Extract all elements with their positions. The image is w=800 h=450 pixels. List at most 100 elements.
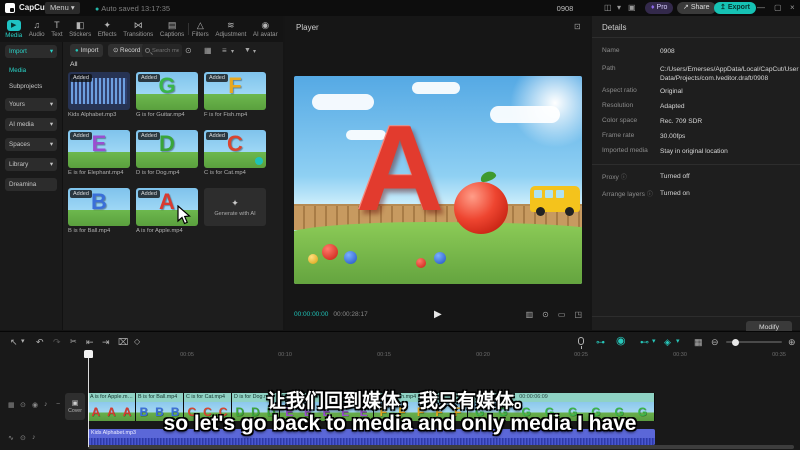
sidebar-item-ai-media[interactable]: AI media ▾ [5, 118, 57, 131]
layout-caret-icon[interactable]: ▾ [617, 3, 621, 12]
snap-toggle-icon[interactable]: ◈ [664, 337, 671, 347]
layout-right-icon[interactable]: ▣ [628, 3, 636, 12]
sidebar-item-subprojects[interactable]: Subprojects [5, 80, 57, 93]
auto-link-caret-icon[interactable]: ▾ [652, 337, 656, 347]
ratio-icon[interactable]: ▭ [558, 310, 566, 319]
timeline-zoom-slider[interactable] [726, 338, 782, 346]
maximize-button[interactable]: ▢ [774, 3, 782, 12]
added-badge: Added [70, 190, 92, 198]
media-item-b-ball[interactable]: B Added B is for Ball.mp4 [68, 188, 130, 234]
media-item-name: B is for Ball.mp4 [68, 228, 111, 234]
tab-audio[interactable]: ♫ Audio [25, 16, 47, 42]
trim-right-icon[interactable]: ⇥ [102, 337, 110, 347]
titlebar: CapCut Menu ▾ ● Auto saved 13:17:35 0908 … [0, 0, 800, 16]
sidebar-item-library[interactable]: Library ▾ [5, 158, 57, 171]
record-button[interactable]: ⊙ Record [108, 44, 146, 57]
share-button[interactable]: ↗ Share [677, 2, 716, 14]
view-grid-icon[interactable]: ▦ [204, 46, 212, 55]
media-item-g-guitar[interactable]: G Added G is for Guitar.mp4 [136, 72, 198, 118]
quality-icon[interactable]: ▥ [526, 310, 534, 319]
search-options-icon[interactable]: ⊙ [185, 46, 192, 55]
select-tool-caret-icon[interactable]: ▾ [21, 337, 25, 347]
tab-transitions[interactable]: ⋈ Transitions [120, 16, 157, 42]
audio-icon: ♫ [33, 20, 41, 30]
chevron-down-icon: ▾ [49, 48, 53, 55]
search-icon [145, 48, 150, 53]
sidebar-item-spaces[interactable]: Spaces ▾ [5, 138, 57, 151]
link-toggle-icon[interactable]: ⊶ [596, 337, 605, 347]
menu-button[interactable]: Menu ▾ [45, 2, 80, 14]
split-icon[interactable]: ✂ [70, 337, 77, 347]
media-item-name: A is for Apple.mp4 [136, 228, 183, 234]
layout-left-icon[interactable]: ◫ [604, 3, 612, 12]
tab-text[interactable]: T Text [48, 16, 66, 42]
bus-window [534, 190, 542, 198]
media-icon: ▶ [6, 19, 21, 31]
media-item-d-dog[interactable]: D Added D is for Dog.mp4 [136, 130, 198, 176]
media-search[interactable] [142, 44, 182, 57]
tab-filters[interactable]: △ Filters [189, 16, 212, 42]
zoom-out-icon[interactable]: ⊖ [711, 337, 719, 347]
redo-icon[interactable]: ↷ [53, 337, 61, 347]
timeline-ruler[interactable]: 00:05 00:10 00:15 00:20 00:25 00:30 00:3… [0, 352, 800, 363]
player-expand-icon[interactable]: ⊡ [574, 22, 581, 31]
media-item-e-elephant[interactable]: E Added E is for Elephant.mp4 [68, 130, 130, 176]
player-title: Player [296, 23, 319, 32]
tab-effects[interactable]: ✦ Effects [95, 16, 120, 42]
sort-caret-icon[interactable]: ▾ [231, 48, 234, 57]
import-button[interactable]: ● Import [70, 44, 104, 57]
record-icon: ⊙ [113, 47, 119, 54]
details-panel: Details Name 0908 Path C:/Users/Emerses/Ap… [592, 16, 800, 335]
close-button[interactable]: × [790, 3, 795, 12]
filter-all-label[interactable]: All [70, 61, 78, 68]
tab-adjustment[interactable]: ≋ Adjustment [212, 16, 250, 42]
tab-ai-avatar[interactable]: ◉ AI avatar [250, 16, 281, 42]
player-controls: 00:00:00:00 00:00:28:17 ▶ ▥ ⊙ ▭ ◳ [294, 305, 582, 323]
tab-stickers[interactable]: ◧ Stickers [66, 16, 95, 42]
media-item-kids-alphabet[interactable]: Added Kids Alphabet.mp3 [68, 72, 130, 118]
ruler-label: 00:30 [673, 352, 687, 358]
generate-with-ai-tile[interactable]: ✦ Generate with AI [204, 188, 266, 226]
record-voiceover-icon[interactable] [578, 337, 584, 349]
subtitle-chinese: 让我们回到媒体，我只有媒体。 [266, 390, 533, 412]
red-ball [322, 244, 338, 260]
tab-captions[interactable]: ▤ Captions [157, 16, 188, 42]
minimize-button[interactable]: — [757, 3, 765, 12]
sidebar-item-media[interactable]: Media [5, 64, 57, 77]
filter-icon[interactable]: ▼ [244, 46, 251, 55]
undo-icon[interactable]: ↶ [36, 337, 44, 347]
play-button[interactable]: ▶ [434, 309, 442, 320]
filter-caret-icon[interactable]: ▾ [253, 48, 256, 57]
search-input[interactable] [152, 47, 179, 54]
bus-window [556, 190, 564, 198]
select-tool-icon[interactable]: ↖ [10, 337, 18, 347]
ruler-label: 00:10 [278, 352, 292, 358]
magnetic-toggle-icon[interactable]: ◉ [616, 336, 626, 347]
sort-icon[interactable]: ≡ [222, 46, 227, 55]
ruler-label: 00:20 [476, 352, 490, 358]
filters-icon: △ [196, 20, 204, 30]
media-item-c-cat[interactable]: C Added C is for Cat.mp4 [204, 130, 266, 176]
playhead-handle[interactable] [84, 350, 93, 358]
snap-caret-icon[interactable]: ▾ [676, 337, 680, 347]
trim-left-icon[interactable]: ⇤ [86, 337, 94, 347]
auto-link-toggle-icon[interactable]: ⊷ [640, 337, 649, 347]
zoom-in-icon[interactable]: ⊕ [788, 337, 796, 347]
pro-button[interactable]: ♦ Pro [645, 2, 674, 14]
zoom-slider-handle[interactable] [732, 338, 739, 346]
sidebar-item-yours[interactable]: Yours ▾ [5, 98, 57, 111]
mouse-cursor [177, 205, 191, 225]
video-preview[interactable]: A [294, 76, 582, 284]
delete-icon[interactable]: ⌧ [118, 337, 128, 347]
sidebar-item-import[interactable]: Import ▾ [5, 45, 57, 58]
transitions-icon: ⋈ [133, 20, 143, 30]
export-button[interactable]: ↥ Export [714, 2, 756, 14]
tab-media[interactable]: ▶ Media [2, 16, 25, 42]
horizontal-scrollbar[interactable] [88, 445, 794, 449]
sidebar-item-dreamina[interactable]: Dreamina [5, 178, 57, 191]
media-item-f-fish[interactable]: F Added F is for Fish.mp4 [204, 72, 266, 118]
preview-frames-icon[interactable]: ▦ [694, 337, 703, 347]
preview-zoom-icon[interactable]: ⊙ [542, 310, 549, 319]
fullscreen-icon[interactable]: ◳ [574, 310, 582, 319]
snapshot-icon[interactable]: ◇ [134, 337, 140, 347]
